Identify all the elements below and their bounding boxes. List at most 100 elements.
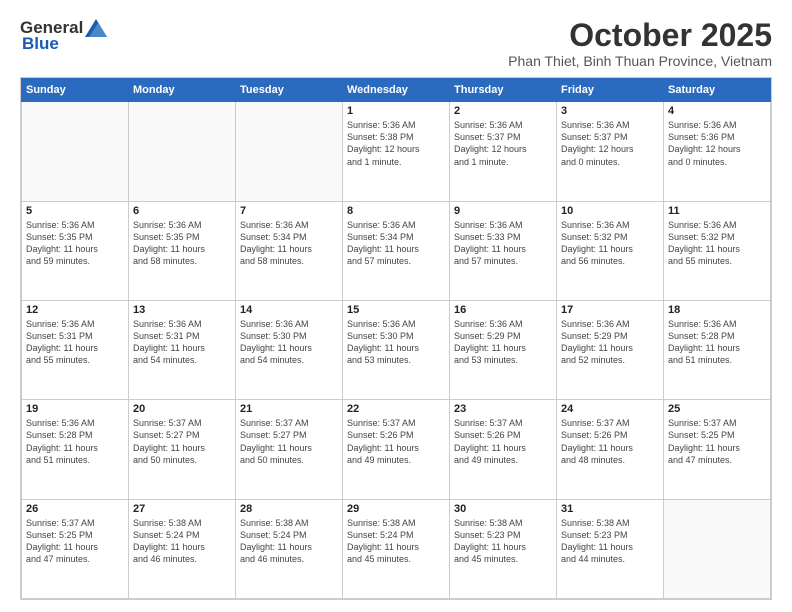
day-info: Sunrise: 5:38 AM Sunset: 5:24 PM Dayligh…	[240, 517, 338, 566]
day-info: Sunrise: 5:37 AM Sunset: 5:27 PM Dayligh…	[240, 417, 338, 466]
day-info: Sunrise: 5:36 AM Sunset: 5:29 PM Dayligh…	[454, 318, 552, 367]
day-info: Sunrise: 5:36 AM Sunset: 5:33 PM Dayligh…	[454, 219, 552, 268]
day-number: 11	[668, 205, 766, 217]
calendar-cell: 21 Sunrise: 5:37 AM Sunset: 5:27 PM Dayli…	[236, 400, 343, 499]
calendar-cell: 3Sunrise: 5:36 AM Sunset: 5:37 PM Daylig…	[557, 102, 664, 201]
calendar-cell	[236, 102, 343, 201]
day-info: Sunrise: 5:36 AM Sunset: 5:36 PM Dayligh…	[668, 119, 766, 168]
day-info: Sunrise: 5:36 AM Sunset: 5:31 PM Dayligh…	[26, 318, 124, 367]
header-cell-thursday: Thursday	[450, 79, 557, 102]
day-number: 26	[26, 503, 124, 515]
calendar-cell: 9 Sunrise: 5:36 AM Sunset: 5:33 PM Daylig…	[450, 201, 557, 300]
calendar-cell: 30 Sunrise: 5:38 AM Sunset: 5:23 PM Dayli…	[450, 499, 557, 598]
day-info: Sunrise: 5:36 AM Sunset: 5:34 PM Dayligh…	[240, 219, 338, 268]
calendar-body: 1Sunrise: 5:36 AM Sunset: 5:38 PM Daylig…	[22, 102, 771, 599]
calendar-cell: 5Sunrise: 5:36 AM Sunset: 5:35 PM Daylig…	[22, 201, 129, 300]
week-row: 1Sunrise: 5:36 AM Sunset: 5:38 PM Daylig…	[22, 102, 771, 201]
header-cell-monday: Monday	[129, 79, 236, 102]
day-info: Sunrise: 5:36 AM Sunset: 5:32 PM Dayligh…	[668, 219, 766, 268]
day-info: Sunrise: 5:38 AM Sunset: 5:23 PM Dayligh…	[454, 517, 552, 566]
week-row: 19Sunrise: 5:36 AM Sunset: 5:28 PM Dayli…	[22, 400, 771, 499]
day-info: Sunrise: 5:36 AM Sunset: 5:35 PM Dayligh…	[133, 219, 231, 268]
calendar-cell: 20 Sunrise: 5:37 AM Sunset: 5:27 PM Dayli…	[129, 400, 236, 499]
calendar-cell: 14Sunrise: 5:36 AM Sunset: 5:30 PM Dayli…	[236, 300, 343, 399]
calendar-cell: 8 Sunrise: 5:36 AM Sunset: 5:34 PM Daylig…	[343, 201, 450, 300]
day-number: 6	[133, 205, 231, 217]
day-number: 18	[668, 304, 766, 316]
calendar-cell: 24 Sunrise: 5:37 AM Sunset: 5:26 PM Dayli…	[557, 400, 664, 499]
day-info: Sunrise: 5:36 AM Sunset: 5:30 PM Dayligh…	[347, 318, 445, 367]
header: General Blue October 2025 Phan Thiet, Bi…	[20, 18, 772, 69]
day-info: Sunrise: 5:37 AM Sunset: 5:27 PM Dayligh…	[133, 417, 231, 466]
day-info: Sunrise: 5:36 AM Sunset: 5:29 PM Dayligh…	[561, 318, 659, 367]
day-number: 17	[561, 304, 659, 316]
calendar-cell	[129, 102, 236, 201]
day-number: 31	[561, 503, 659, 515]
calendar-cell	[22, 102, 129, 201]
calendar-cell: 23Sunrise: 5:37 AM Sunset: 5:26 PM Dayli…	[450, 400, 557, 499]
header-cell-saturday: Saturday	[664, 79, 771, 102]
logo-icon	[85, 19, 107, 37]
calendar-cell: 10Sunrise: 5:36 AM Sunset: 5:32 PM Dayli…	[557, 201, 664, 300]
header-cell-tuesday: Tuesday	[236, 79, 343, 102]
calendar-cell: 6 Sunrise: 5:36 AM Sunset: 5:35 PM Daylig…	[129, 201, 236, 300]
day-info: Sunrise: 5:38 AM Sunset: 5:24 PM Dayligh…	[133, 517, 231, 566]
day-number: 13	[133, 304, 231, 316]
day-number: 30	[454, 503, 552, 515]
day-info: Sunrise: 5:38 AM Sunset: 5:24 PM Dayligh…	[347, 517, 445, 566]
day-info: Sunrise: 5:37 AM Sunset: 5:25 PM Dayligh…	[668, 417, 766, 466]
day-number: 21	[240, 403, 338, 415]
calendar-cell: 4 Sunrise: 5:36 AM Sunset: 5:36 PM Daylig…	[664, 102, 771, 201]
day-number: 29	[347, 503, 445, 515]
day-number: 28	[240, 503, 338, 515]
logo: General Blue	[20, 18, 107, 54]
day-info: Sunrise: 5:36 AM Sunset: 5:34 PM Dayligh…	[347, 219, 445, 268]
calendar-cell: 15Sunrise: 5:36 AM Sunset: 5:30 PM Dayli…	[343, 300, 450, 399]
day-number: 24	[561, 403, 659, 415]
day-number: 7	[240, 205, 338, 217]
calendar: SundayMondayTuesdayWednesdayThursdayFrid…	[20, 77, 772, 600]
calendar-cell: 25Sunrise: 5:37 AM Sunset: 5:25 PM Dayli…	[664, 400, 771, 499]
day-info: Sunrise: 5:38 AM Sunset: 5:23 PM Dayligh…	[561, 517, 659, 566]
header-row: SundayMondayTuesdayWednesdayThursdayFrid…	[22, 79, 771, 102]
day-info: Sunrise: 5:36 AM Sunset: 5:35 PM Dayligh…	[26, 219, 124, 268]
day-info: Sunrise: 5:37 AM Sunset: 5:26 PM Dayligh…	[347, 417, 445, 466]
day-number: 20	[133, 403, 231, 415]
day-number: 23	[454, 403, 552, 415]
day-info: Sunrise: 5:37 AM Sunset: 5:25 PM Dayligh…	[26, 517, 124, 566]
calendar-header: SundayMondayTuesdayWednesdayThursdayFrid…	[22, 79, 771, 102]
calendar-cell: 18 Sunrise: 5:36 AM Sunset: 5:28 PM Dayli…	[664, 300, 771, 399]
day-info: Sunrise: 5:36 AM Sunset: 5:32 PM Dayligh…	[561, 219, 659, 268]
calendar-cell: 7 Sunrise: 5:36 AM Sunset: 5:34 PM Daylig…	[236, 201, 343, 300]
day-info: Sunrise: 5:36 AM Sunset: 5:28 PM Dayligh…	[668, 318, 766, 367]
day-number: 16	[454, 304, 552, 316]
day-number: 12	[26, 304, 124, 316]
day-number: 4	[668, 105, 766, 117]
page: General Blue October 2025 Phan Thiet, Bi…	[0, 0, 792, 612]
day-number: 27	[133, 503, 231, 515]
day-number: 8	[347, 205, 445, 217]
day-number: 1	[347, 105, 445, 117]
day-info: Sunrise: 5:36 AM Sunset: 5:31 PM Dayligh…	[133, 318, 231, 367]
calendar-cell: 28 Sunrise: 5:38 AM Sunset: 5:24 PM Dayli…	[236, 499, 343, 598]
calendar-cell: 27 Sunrise: 5:38 AM Sunset: 5:24 PM Dayli…	[129, 499, 236, 598]
calendar-cell: 31 Sunrise: 5:38 AM Sunset: 5:23 PM Dayli…	[557, 499, 664, 598]
header-cell-friday: Friday	[557, 79, 664, 102]
day-info: Sunrise: 5:36 AM Sunset: 5:37 PM Dayligh…	[454, 119, 552, 168]
calendar-cell: 11 Sunrise: 5:36 AM Sunset: 5:32 PM Dayli…	[664, 201, 771, 300]
day-number: 3	[561, 105, 659, 117]
month-year: October 2025	[508, 18, 772, 53]
day-number: 9	[454, 205, 552, 217]
calendar-cell: 12 Sunrise: 5:36 AM Sunset: 5:31 PM Dayli…	[22, 300, 129, 399]
week-row: 5Sunrise: 5:36 AM Sunset: 5:35 PM Daylig…	[22, 201, 771, 300]
calendar-table: SundayMondayTuesdayWednesdayThursdayFrid…	[21, 78, 771, 599]
week-row: 12 Sunrise: 5:36 AM Sunset: 5:31 PM Dayli…	[22, 300, 771, 399]
day-number: 22	[347, 403, 445, 415]
calendar-cell: 17 Sunrise: 5:36 AM Sunset: 5:29 PM Dayli…	[557, 300, 664, 399]
day-info: Sunrise: 5:37 AM Sunset: 5:26 PM Dayligh…	[561, 417, 659, 466]
calendar-cell: 19Sunrise: 5:36 AM Sunset: 5:28 PM Dayli…	[22, 400, 129, 499]
header-cell-wednesday: Wednesday	[343, 79, 450, 102]
week-row: 26 Sunrise: 5:37 AM Sunset: 5:25 PM Dayli…	[22, 499, 771, 598]
calendar-cell	[664, 499, 771, 598]
day-number: 14	[240, 304, 338, 316]
